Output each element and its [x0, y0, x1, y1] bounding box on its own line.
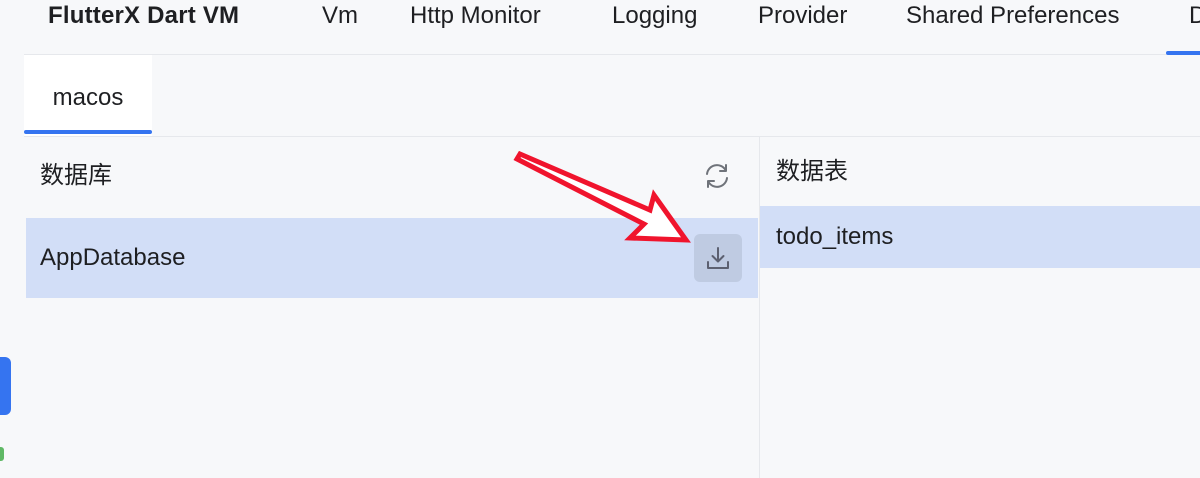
refresh-icon: [706, 164, 728, 188]
table-name: todo_items: [776, 223, 894, 250]
status-indicator: [0, 447, 4, 461]
tab-logging[interactable]: Logging: [612, 0, 697, 32]
top-tab-bar: FlutterX Dart VM Vm Http Monitor Logging…: [24, 0, 1200, 55]
database-list-item[interactable]: AppDatabase: [26, 218, 758, 298]
refresh-button[interactable]: [700, 159, 734, 193]
tables-panel-title: 数据表: [776, 158, 848, 185]
table-list-item[interactable]: todo_items: [760, 206, 1200, 268]
left-gutter: [0, 0, 25, 478]
tab-vm[interactable]: Vm: [322, 0, 358, 32]
download-icon: [707, 247, 729, 269]
tab-macos-label: macos: [52, 84, 124, 111]
app-window: FlutterX Dart VM Vm Http Monitor Logging…: [0, 0, 1200, 478]
database-name: AppDatabase: [40, 244, 186, 271]
device-tab-bar: macos: [24, 55, 1200, 137]
tab-http-monitor[interactable]: Http Monitor: [410, 0, 541, 32]
download-button[interactable]: [694, 234, 742, 282]
tab-provider[interactable]: Provider: [758, 0, 847, 32]
app-title: FlutterX Dart VM: [48, 2, 240, 29]
gutter-active-indicator[interactable]: [0, 357, 11, 415]
active-subtab-underline: [24, 130, 152, 134]
tab-database[interactable]: D: [1189, 0, 1200, 32]
tab-macos[interactable]: macos: [24, 55, 152, 136]
database-panel: 数据库 AppDatabase: [24, 137, 760, 478]
database-panel-title: 数据库: [40, 162, 112, 189]
tables-panel: 数据表 todo_items: [760, 137, 1200, 478]
tab-shared-preferences[interactable]: Shared Preferences: [906, 0, 1119, 32]
